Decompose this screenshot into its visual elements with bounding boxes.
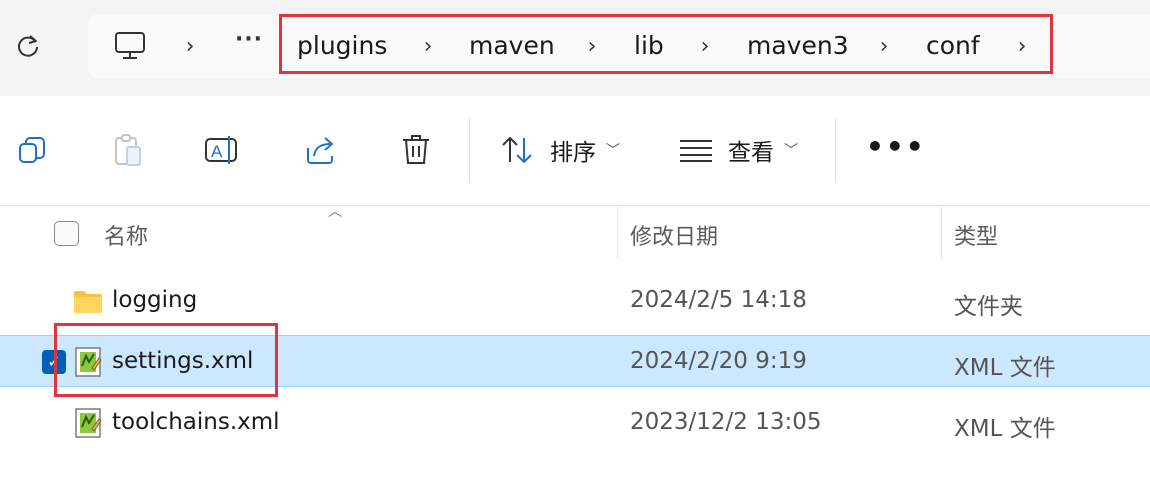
refresh-button[interactable] bbox=[10, 28, 46, 64]
file-modified: 2024/2/5 14:18 bbox=[630, 287, 807, 313]
view-list-icon bbox=[680, 140, 712, 162]
rename-icon: A bbox=[205, 136, 237, 164]
sort-ascending-icon: ︿ bbox=[328, 204, 342, 220]
list-item[interactable]: toolchains.xml 2023/12/2 13:05 XML 文件 bbox=[0, 397, 1150, 449]
highlight-box-file bbox=[54, 323, 278, 397]
chevron-down-icon: ﹀ bbox=[784, 143, 798, 159]
folder-icon bbox=[74, 291, 102, 313]
file-name: logging bbox=[112, 287, 198, 313]
this-pc-button[interactable] bbox=[110, 30, 150, 62]
share-button[interactable] bbox=[302, 132, 338, 168]
file-type: 文件夹 bbox=[954, 294, 1023, 320]
toolbar-divider bbox=[469, 118, 470, 182]
column-header-name[interactable]: 名称 bbox=[104, 219, 148, 251]
column-divider[interactable] bbox=[617, 207, 618, 259]
sort-label: 排序 bbox=[550, 140, 596, 166]
copy-button[interactable] bbox=[14, 132, 50, 168]
file-name: toolchains.xml bbox=[112, 409, 280, 435]
list-item[interactable]: logging 2024/2/5 14:18 文件夹 bbox=[0, 275, 1150, 327]
file-list: ︿ 名称 修改日期 类型 logging 2024/2/5 14:18 文件夹 … bbox=[0, 204, 1150, 488]
paste-icon bbox=[115, 134, 141, 166]
file-type: XML 文件 bbox=[954, 355, 1056, 381]
highlight-box-path bbox=[279, 14, 1053, 74]
xml-file-icon bbox=[75, 408, 102, 438]
share-icon bbox=[307, 137, 333, 164]
command-bar: A 排序 ﹀ 查看 ﹀ ••• bbox=[0, 96, 1150, 206]
refresh-icon bbox=[18, 35, 38, 57]
select-all-checkbox[interactable] bbox=[54, 221, 79, 246]
copy-icon bbox=[19, 137, 45, 163]
sort-icon bbox=[502, 136, 532, 164]
list-header: ︿ 名称 修改日期 类型 bbox=[0, 204, 1150, 259]
file-modified: 2024/2/20 9:19 bbox=[630, 348, 807, 374]
sort-button[interactable]: 排序 ﹀ bbox=[500, 130, 620, 170]
file-modified: 2023/12/2 13:05 bbox=[630, 409, 822, 435]
computer-icon bbox=[115, 32, 145, 59]
toolbar-divider bbox=[835, 118, 836, 182]
column-header-modified[interactable]: 修改日期 bbox=[630, 219, 718, 251]
delete-button[interactable] bbox=[398, 132, 434, 168]
more-options-button[interactable]: ••• bbox=[866, 130, 926, 163]
chevron-right-icon[interactable]: › bbox=[180, 32, 200, 60]
rename-button[interactable]: A bbox=[204, 132, 240, 168]
view-label: 查看 bbox=[728, 140, 774, 166]
column-header-type[interactable]: 类型 bbox=[954, 219, 998, 251]
svg-text:A: A bbox=[211, 142, 223, 161]
paste-button[interactable] bbox=[110, 132, 146, 168]
address-bar-area: › ··· plugins › maven › lib › maven3 › c… bbox=[0, 0, 1150, 96]
chevron-down-icon: ﹀ bbox=[606, 143, 620, 159]
file-type: XML 文件 bbox=[954, 416, 1056, 442]
trash-icon bbox=[403, 135, 429, 164]
column-divider[interactable] bbox=[941, 207, 942, 259]
more-crumbs-button[interactable]: ··· bbox=[232, 28, 266, 60]
view-button[interactable]: 查看 ﹀ bbox=[680, 130, 798, 170]
